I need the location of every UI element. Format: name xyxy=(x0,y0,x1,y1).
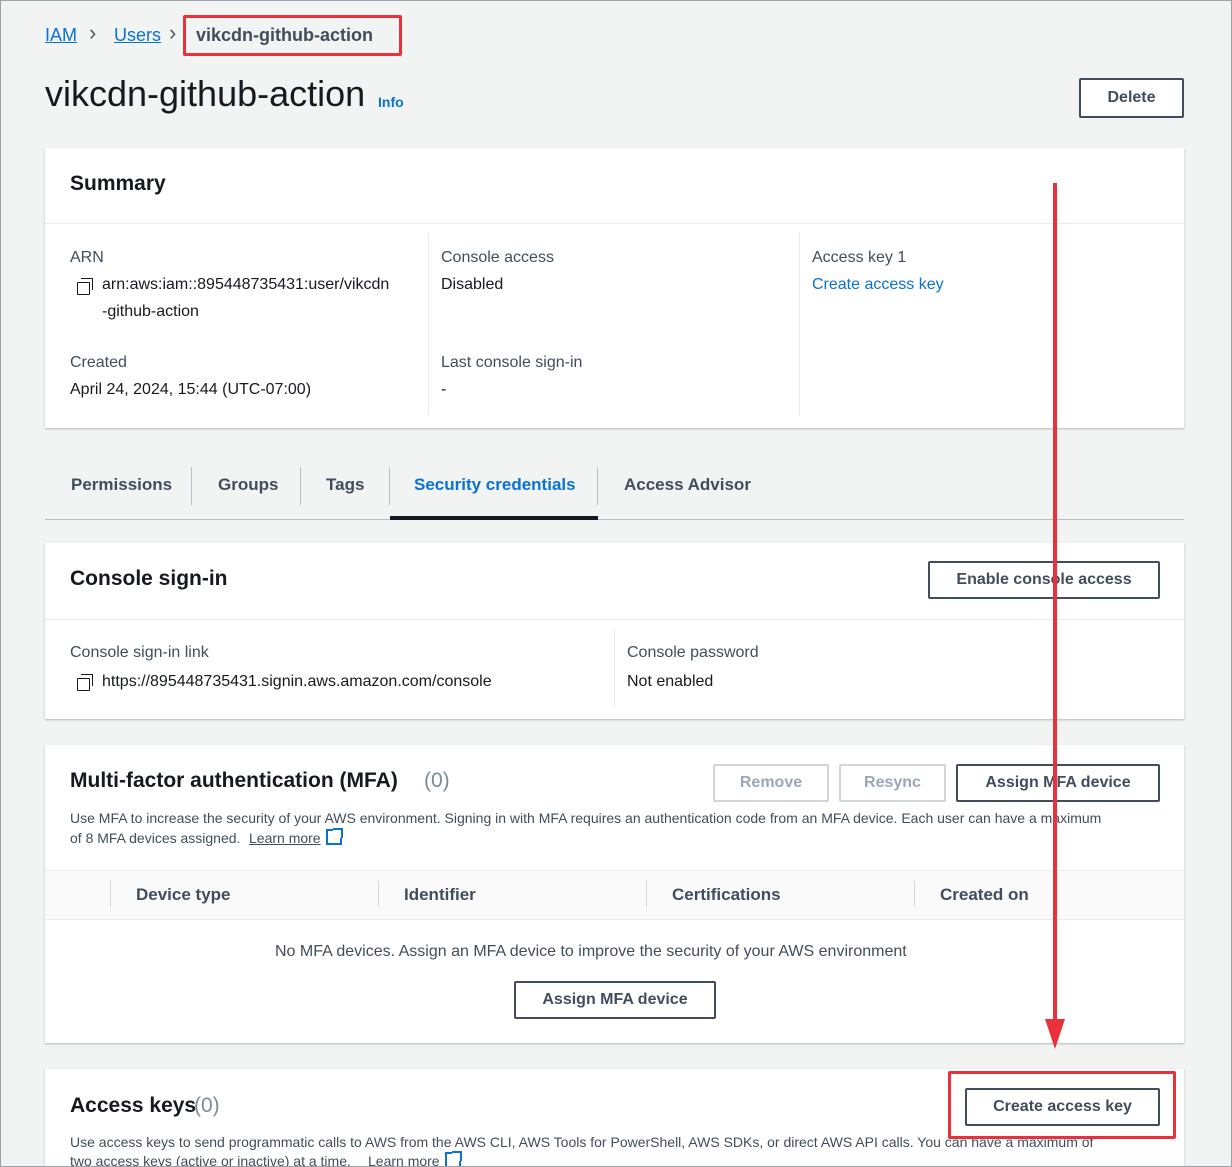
external-link-icon xyxy=(325,828,343,845)
console-access-label: Console access xyxy=(441,249,554,266)
mfa-learn-more-label: Learn more xyxy=(249,830,321,846)
tab-permissions[interactable]: Permissions xyxy=(71,475,172,495)
mfa-heading: Multi-factor authentication (MFA) xyxy=(70,769,398,792)
tab-divider xyxy=(389,467,390,505)
created-value: April 24, 2024, 15:44 (UTC-07:00) xyxy=(70,381,312,398)
arn-label: ARN xyxy=(70,249,104,266)
console-access-value: Disabled xyxy=(441,276,504,293)
assign-mfa-device-empty-button[interactable]: Assign MFA device xyxy=(514,981,716,1019)
annotation-arrow-icon xyxy=(1045,183,1065,1049)
tab-security-credentials[interactable]: Security credentials xyxy=(414,475,576,495)
access-keys-description: Use access keys to send programmatic cal… xyxy=(70,1134,1094,1150)
access-keys-description-continued: two access keys (active or inactive) at … xyxy=(70,1153,351,1167)
copy-icon[interactable] xyxy=(77,278,93,295)
arn-value-continued: -github-action xyxy=(102,303,199,320)
delete-button[interactable]: Delete xyxy=(1079,78,1184,118)
tab-divider xyxy=(300,467,301,505)
access-keys-heading: Access keys xyxy=(70,1094,197,1117)
tab-groups[interactable]: Groups xyxy=(218,475,278,495)
summary-heading: Summary xyxy=(70,172,166,195)
divider xyxy=(428,233,429,415)
resync-mfa-button[interactable]: Resync xyxy=(839,764,946,802)
tabs-baseline xyxy=(45,519,1184,520)
annotation-highlight-create-access-key xyxy=(948,1071,1176,1139)
console-signin-link-value: https://895448735431.signin.aws.amazon.c… xyxy=(102,673,492,690)
access-key-label: Access key 1 xyxy=(812,249,907,266)
console-password-label: Console password xyxy=(627,644,759,661)
last-signin-value: - xyxy=(441,381,447,398)
breadcrumb-chevron-icon: › xyxy=(169,20,177,45)
access-keys-learn-more-label: Learn more xyxy=(368,1153,440,1167)
mfa-learn-more-link[interactable]: Learn more xyxy=(249,828,343,848)
tab-access-advisor[interactable]: Access Advisor xyxy=(624,475,751,495)
remove-mfa-button[interactable]: Remove xyxy=(713,764,829,802)
mfa-empty-message: No MFA devices. Assign an MFA device to … xyxy=(275,943,907,960)
console-password-value: Not enabled xyxy=(627,673,714,690)
console-signin-heading: Console sign-in xyxy=(70,567,228,590)
created-label: Created xyxy=(70,354,127,371)
divider xyxy=(45,619,1184,620)
page-title: vikcdn-github-action xyxy=(45,73,366,114)
info-link[interactable]: Info xyxy=(378,94,404,110)
last-signin-label: Last console sign-in xyxy=(441,354,583,371)
copy-icon[interactable] xyxy=(77,674,93,691)
column-certifications[interactable]: Certifications xyxy=(672,885,781,905)
console-signin-link-label: Console sign-in link xyxy=(70,644,209,661)
external-link-icon xyxy=(444,1151,462,1166)
divider xyxy=(799,233,800,415)
column-divider xyxy=(646,881,647,907)
divider xyxy=(45,223,1184,224)
active-tab-indicator xyxy=(390,516,598,520)
create-access-key-link[interactable]: Create access key xyxy=(812,276,944,294)
iam-user-page: IAM › Users › vikcdn-github-action vikcd… xyxy=(0,0,1232,1167)
mfa-count: (0) xyxy=(424,769,450,792)
mfa-description-continued: of 8 MFA devices assigned. xyxy=(70,830,241,846)
column-identifier[interactable]: Identifier xyxy=(404,885,476,905)
column-device-type[interactable]: Device type xyxy=(136,885,231,905)
breadcrumb-iam[interactable]: IAM xyxy=(45,25,77,46)
access-keys-count: (0) xyxy=(194,1094,220,1117)
column-created-on[interactable]: Created on xyxy=(940,885,1029,905)
divider xyxy=(614,628,615,708)
access-keys-learn-more-link[interactable]: Learn more xyxy=(368,1151,462,1167)
breadcrumb-users[interactable]: Users xyxy=(114,25,161,46)
tab-tags[interactable]: Tags xyxy=(326,475,364,495)
mfa-description: Use MFA to increase the security of your… xyxy=(70,810,1102,826)
tab-divider xyxy=(191,467,192,505)
annotation-highlight-breadcrumb xyxy=(183,15,402,56)
column-divider xyxy=(914,881,915,907)
column-divider xyxy=(110,881,111,907)
tab-divider xyxy=(597,467,598,505)
column-divider xyxy=(378,881,379,907)
breadcrumb-chevron-icon: › xyxy=(89,20,97,45)
arn-value: arn:aws:iam::895448735431:user/vikcdn xyxy=(102,276,390,293)
